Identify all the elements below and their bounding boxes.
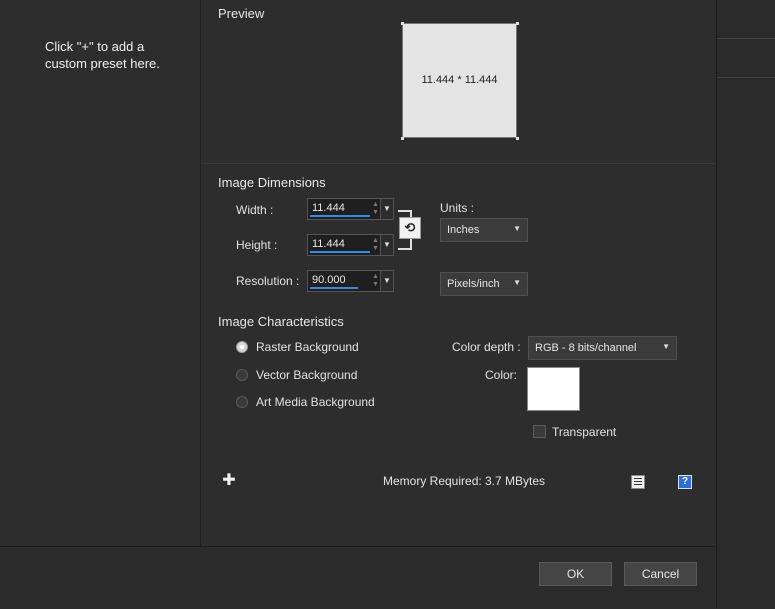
chevron-down-icon: ▼ bbox=[513, 278, 521, 287]
vector-background-label[interactable]: Vector Background bbox=[256, 368, 357, 382]
right-edge-panel bbox=[716, 0, 775, 608]
vector-background-radio[interactable] bbox=[236, 369, 248, 381]
color-depth-value: RGB - 8 bits/channel bbox=[535, 342, 637, 354]
background-color-swatch[interactable] bbox=[527, 367, 580, 411]
right-edge-divider bbox=[717, 38, 775, 39]
art-media-background-radio[interactable] bbox=[236, 396, 248, 408]
image-dimensions-heading: Image Dimensions bbox=[218, 175, 326, 190]
preview-dimensions-text: 11.444 * 11.444 bbox=[421, 74, 498, 86]
resolution-underline bbox=[310, 287, 358, 289]
resolution-label: Resolution : bbox=[236, 274, 300, 288]
color-depth-label: Color depth : bbox=[452, 340, 521, 354]
preview-corner bbox=[516, 137, 519, 140]
transparent-label[interactable]: Transparent bbox=[552, 425, 616, 439]
preset-hint-text: Click "+" to add a custom preset here. bbox=[45, 39, 160, 71]
resolution-field[interactable]: 90.000 ▲ ▼ ▼ bbox=[307, 270, 394, 292]
units-value: Inches bbox=[447, 224, 480, 236]
preview-corner bbox=[401, 22, 404, 25]
preview-label: Preview bbox=[218, 6, 265, 21]
height-value[interactable]: 11.444 bbox=[312, 238, 345, 250]
height-label: Height : bbox=[236, 238, 278, 252]
chevron-down-icon: ▼ bbox=[513, 224, 521, 233]
preview-divider bbox=[201, 163, 715, 164]
memory-required-label: Memory Required: bbox=[383, 474, 482, 488]
color-depth-select[interactable]: RGB - 8 bits/channel ▼ bbox=[528, 336, 677, 360]
resolution-dropdown-button[interactable]: ▼ bbox=[380, 271, 393, 291]
chevron-down-icon: ▼ bbox=[662, 342, 670, 351]
ok-button[interactable]: OK bbox=[539, 562, 612, 586]
height-dropdown-button[interactable]: ▼ bbox=[380, 235, 393, 255]
chain-link-icon[interactable]: ⟲ bbox=[399, 217, 421, 239]
height-spin-arrows[interactable]: ▲ ▼ bbox=[371, 237, 380, 253]
art-media-background-label[interactable]: Art Media Background bbox=[256, 395, 375, 409]
memory-required-value: 3.7 MBytes bbox=[485, 474, 546, 488]
resolution-spin-arrows[interactable]: ▲ ▼ bbox=[371, 273, 380, 289]
resolution-units-select[interactable]: Pixels/inch ▼ bbox=[440, 272, 528, 296]
image-characteristics-heading: Image Characteristics bbox=[218, 314, 344, 329]
right-edge-divider bbox=[717, 77, 775, 78]
memory-info-icon[interactable] bbox=[631, 475, 645, 489]
help-icon[interactable]: ? bbox=[678, 475, 692, 489]
width-label: Width : bbox=[236, 203, 274, 217]
width-field[interactable]: 11.444 ▲ ▼ ▼ bbox=[307, 198, 394, 220]
preview-corner bbox=[401, 137, 404, 140]
width-dropdown-button[interactable]: ▼ bbox=[380, 199, 393, 219]
resolution-units-value: Pixels/inch bbox=[447, 278, 500, 290]
width-value[interactable]: 11.444 bbox=[312, 202, 345, 214]
resolution-value[interactable]: 90.000 bbox=[312, 274, 346, 286]
plus-icon[interactable]: ✚ bbox=[222, 473, 236, 489]
height-underline bbox=[310, 251, 370, 253]
units-label: Units : bbox=[440, 201, 475, 215]
cancel-button[interactable]: Cancel bbox=[624, 562, 697, 586]
transparent-checkbox[interactable] bbox=[533, 425, 546, 438]
color-label: Color: bbox=[485, 368, 518, 382]
preview-corner bbox=[516, 22, 519, 25]
preset-panel bbox=[0, 0, 201, 547]
width-underline bbox=[310, 215, 370, 217]
raster-background-label[interactable]: Raster Background bbox=[256, 340, 359, 354]
height-field[interactable]: 11.444 ▲ ▼ ▼ bbox=[307, 234, 394, 256]
raster-background-radio[interactable] bbox=[236, 341, 248, 353]
width-spin-arrows[interactable]: ▲ ▼ bbox=[371, 201, 380, 217]
units-select[interactable]: Inches ▼ bbox=[440, 218, 528, 242]
